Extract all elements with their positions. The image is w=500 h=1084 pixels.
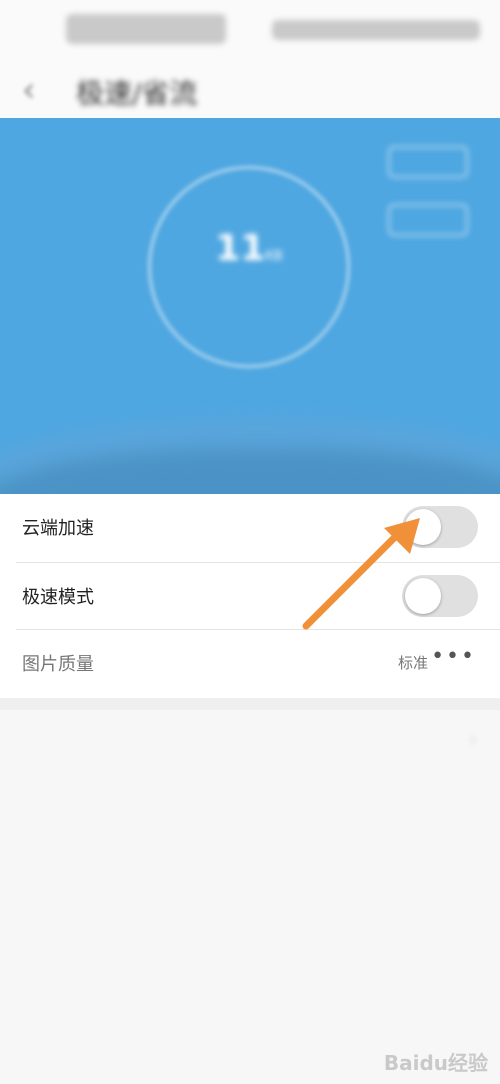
annotation-arrow: [302, 518, 420, 630]
watermark: Baidu经验: [384, 1047, 488, 1076]
watermark-text: Baidu经验: [383, 1051, 488, 1075]
